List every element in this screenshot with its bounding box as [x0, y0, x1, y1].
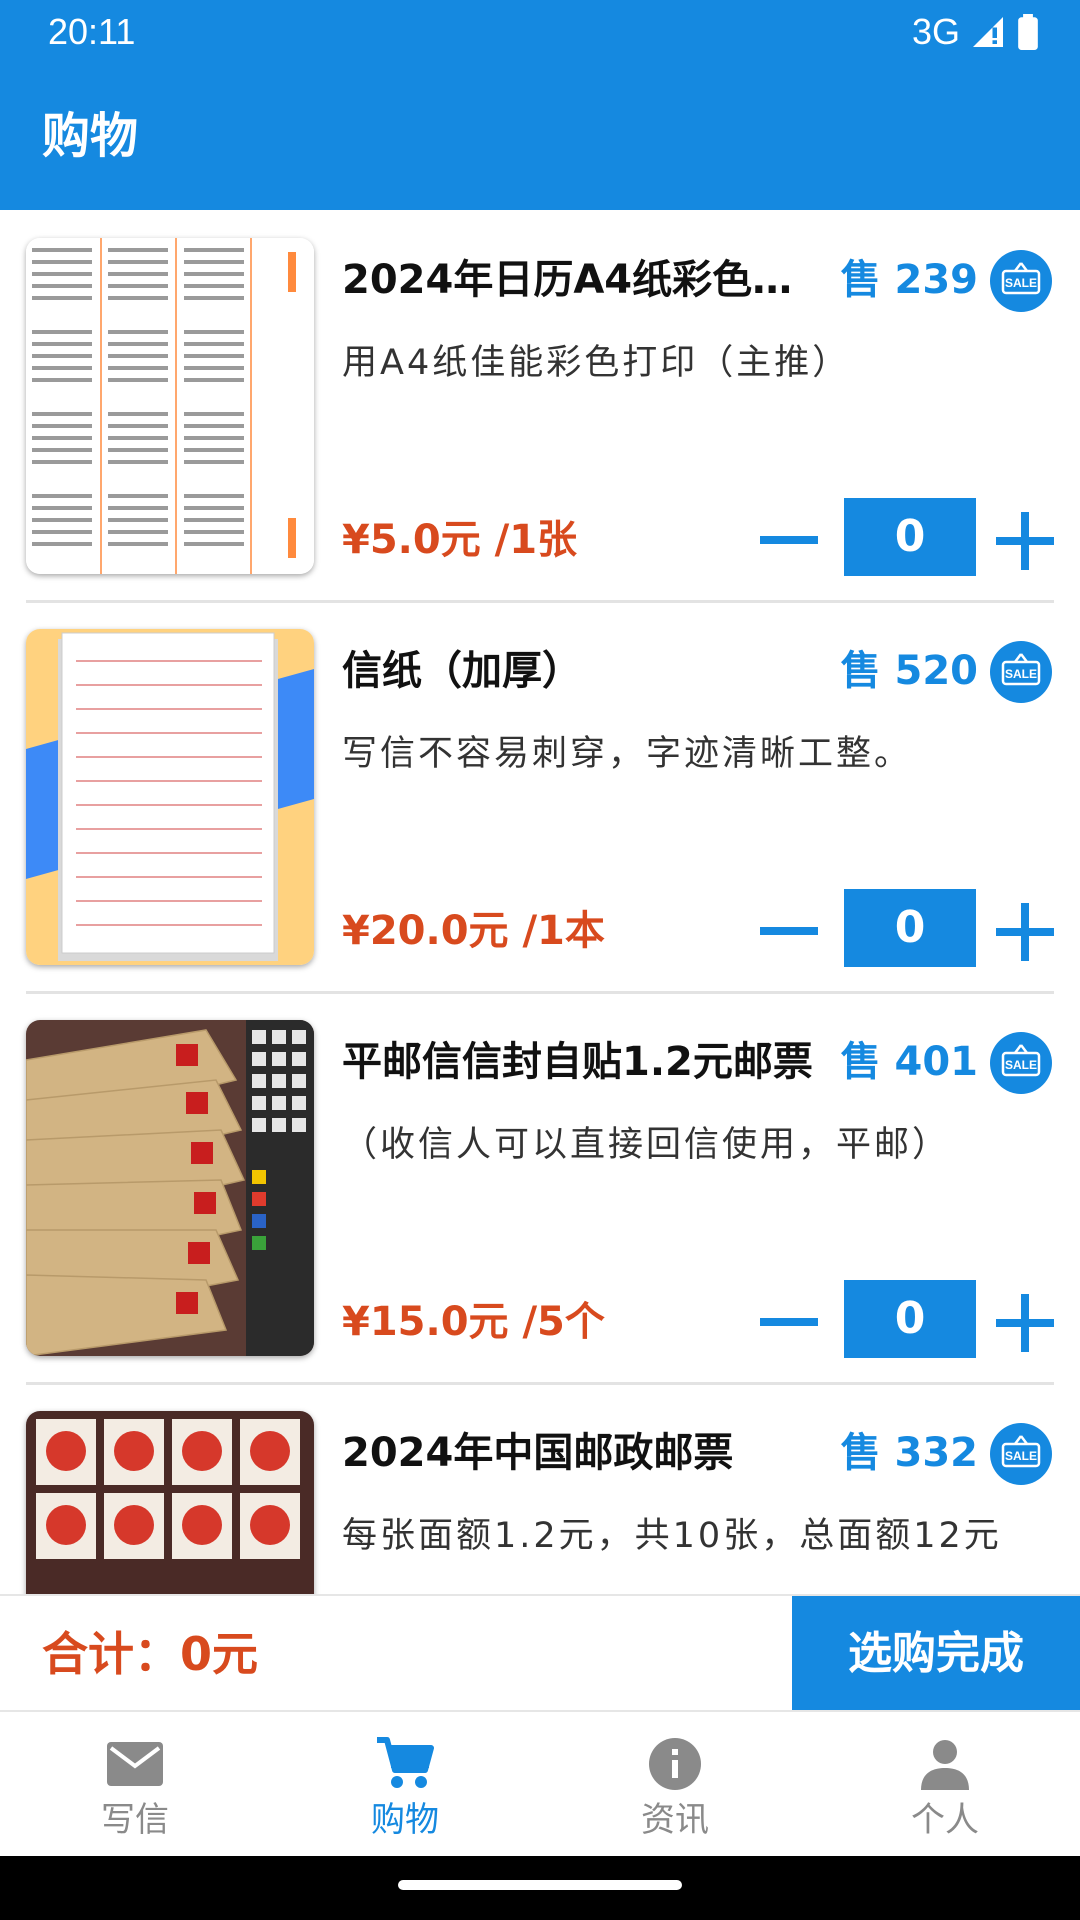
product-price: ¥5.0元 /1张 — [342, 517, 578, 563]
gesture-navigation-area — [0, 1856, 1080, 1920]
page-title: 购物 — [42, 108, 139, 164]
svg-text:SALE: SALE — [1005, 1449, 1037, 1463]
product-description: 用A4纸佳能彩色打印（主推） — [342, 343, 851, 383]
nav-item-news[interactable]: 资讯 — [540, 1712, 810, 1858]
svg-text:SALE: SALE — [1005, 1058, 1037, 1072]
cart-total: 合计：0元 — [42, 1627, 259, 1681]
bottom-navigation: 写信 购物 资讯 个人 — [0, 1710, 1080, 1858]
person-icon — [921, 1740, 969, 1790]
sold-count: 售 520 — [840, 648, 978, 694]
sale-icon: SALE — [990, 641, 1052, 703]
product-title: 平邮信信封自贴1.2元邮票 — [342, 1039, 813, 1085]
decrease-button[interactable] — [758, 514, 820, 566]
signal-icon — [973, 17, 1003, 47]
product-title: 信纸（加厚） — [342, 648, 582, 694]
product-description: 每张面额1.2元，共10张，总面额12元 — [342, 1516, 1002, 1556]
checkout-button[interactable]: 选购完成 — [792, 1596, 1080, 1712]
nav-label: 个人 — [911, 1800, 979, 1840]
increase-button[interactable] — [994, 1292, 1056, 1354]
info-icon — [649, 1738, 701, 1790]
product-price: ¥15.0元 /5个 — [342, 1299, 605, 1345]
cart-summary-bar: 合计：0元 选购完成 — [0, 1594, 1080, 1712]
mail-icon — [107, 1742, 163, 1786]
increase-button[interactable] — [994, 510, 1056, 572]
product-price: ¥20.0元 /1本 — [342, 908, 605, 954]
nav-label: 购物 — [371, 1800, 439, 1840]
nav-label: 资讯 — [641, 1800, 709, 1840]
product-item[interactable]: 信纸（加厚） 售 520 SALE 写信不容易刺穿，字迹清晰工整。 ¥20.0元… — [0, 601, 1080, 994]
calendar-image — [26, 238, 314, 574]
nav-item-profile[interactable]: 个人 — [810, 1712, 1080, 1858]
decrease-button[interactable] — [758, 1296, 820, 1348]
product-item[interactable]: 平邮信信封自贴1.2元邮票 售 401 SALE （收信人可以直接回信使用，平邮… — [0, 992, 1080, 1385]
sale-icon: SALE — [990, 1032, 1052, 1094]
quantity-field[interactable]: 0 — [844, 889, 976, 967]
letter-paper-image — [26, 629, 314, 965]
sold-count: 售 401 — [840, 1039, 978, 1085]
product-description: （收信人可以直接回信使用，平邮） — [342, 1125, 951, 1165]
status-bar: 20:11 3G — [0, 0, 1080, 64]
nav-label: 写信 — [101, 1800, 169, 1840]
product-title: 2024年中国邮政邮票 — [342, 1430, 734, 1476]
svg-text:SALE: SALE — [1005, 667, 1037, 681]
decrease-button[interactable] — [758, 905, 820, 957]
network-type: 3G — [911, 11, 960, 52]
nav-item-shop[interactable]: 购物 — [270, 1712, 540, 1858]
status-time: 20:11 — [48, 11, 136, 52]
product-description: 写信不容易刺穿，字迹清晰工整。 — [342, 734, 913, 774]
cart-icon — [377, 1737, 434, 1788]
product-item[interactable]: 2024年中国邮政邮票 售 332 SALE 每张面额1.2元，共10张，总面额… — [0, 1383, 1080, 1596]
svg-text:SALE: SALE — [1005, 276, 1037, 290]
sold-count: 售 239 — [840, 257, 978, 303]
increase-button[interactable] — [994, 901, 1056, 963]
nav-item-write[interactable]: 写信 — [0, 1712, 270, 1858]
sale-icon: SALE — [990, 1423, 1052, 1485]
product-item[interactable]: 2024年日历A4纸彩色打… 售 239 SALE 用A4纸佳能彩色打印（主推）… — [0, 210, 1080, 603]
quantity-field[interactable]: 0 — [844, 1280, 976, 1358]
envelopes-image — [26, 1020, 314, 1356]
quantity-field[interactable]: 0 — [844, 498, 976, 576]
battery-icon — [1018, 14, 1038, 50]
status-indicators: 3G — [912, 10, 1040, 54]
stamps-image — [26, 1411, 314, 1596]
sale-icon: SALE — [990, 250, 1052, 312]
home-gesture-handle[interactable] — [398, 1880, 682, 1890]
sold-count: 售 332 — [840, 1430, 978, 1476]
product-list[interactable]: 2024年日历A4纸彩色打… 售 239 SALE 用A4纸佳能彩色打印（主推）… — [0, 210, 1080, 1596]
app-bar: 购物 — [0, 64, 1080, 210]
product-title: 2024年日历A4纸彩色打… — [342, 257, 822, 303]
